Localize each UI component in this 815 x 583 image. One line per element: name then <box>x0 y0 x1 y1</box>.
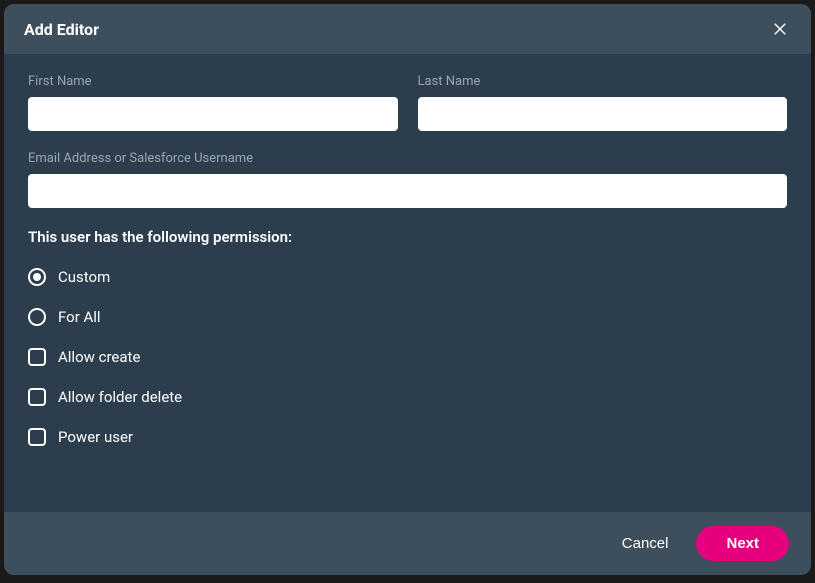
next-button[interactable]: Next <box>696 526 789 561</box>
email-input[interactable] <box>28 174 787 208</box>
checkbox-icon <box>28 388 46 406</box>
email-label: Email Address or Salesforce Username <box>28 151 787 166</box>
radio-icon <box>28 308 46 326</box>
checkbox-allow-create[interactable]: Allow create <box>28 348 787 366</box>
last-name-group: Last Name <box>418 74 788 131</box>
add-editor-modal: Add Editor First Name Last Name Email Ad… <box>4 4 811 575</box>
modal-footer: Cancel Next <box>4 512 811 575</box>
modal-body: First Name Last Name Email Address or Sa… <box>4 54 811 512</box>
checkbox-allow-create-label: Allow create <box>58 348 140 366</box>
cancel-button[interactable]: Cancel <box>612 529 679 558</box>
last-name-label: Last Name <box>418 74 788 89</box>
modal-header: Add Editor <box>4 4 811 54</box>
radio-icon <box>28 268 46 286</box>
checkbox-power-user[interactable]: Power user <box>28 428 787 446</box>
checkbox-power-user-label: Power user <box>58 428 133 446</box>
close-icon <box>771 20 789 38</box>
permission-heading: This user has the following permission: <box>28 228 787 246</box>
checkbox-icon <box>28 428 46 446</box>
permission-options: Custom For All Allow create Allow folder… <box>28 268 787 446</box>
radio-custom-label: Custom <box>58 268 110 286</box>
name-row: First Name Last Name <box>28 74 787 131</box>
last-name-input[interactable] <box>418 97 788 131</box>
first-name-label: First Name <box>28 74 398 89</box>
checkbox-icon <box>28 348 46 366</box>
close-button[interactable] <box>769 18 791 40</box>
email-group: Email Address or Salesforce Username <box>28 151 787 208</box>
checkbox-allow-folder-delete[interactable]: Allow folder delete <box>28 388 787 406</box>
email-row: Email Address or Salesforce Username <box>28 151 787 208</box>
radio-for-all-label: For All <box>58 308 101 326</box>
first-name-input[interactable] <box>28 97 398 131</box>
radio-custom[interactable]: Custom <box>28 268 787 286</box>
checkbox-allow-folder-delete-label: Allow folder delete <box>58 388 182 406</box>
radio-for-all[interactable]: For All <box>28 308 787 326</box>
modal-title: Add Editor <box>24 20 99 39</box>
first-name-group: First Name <box>28 74 398 131</box>
